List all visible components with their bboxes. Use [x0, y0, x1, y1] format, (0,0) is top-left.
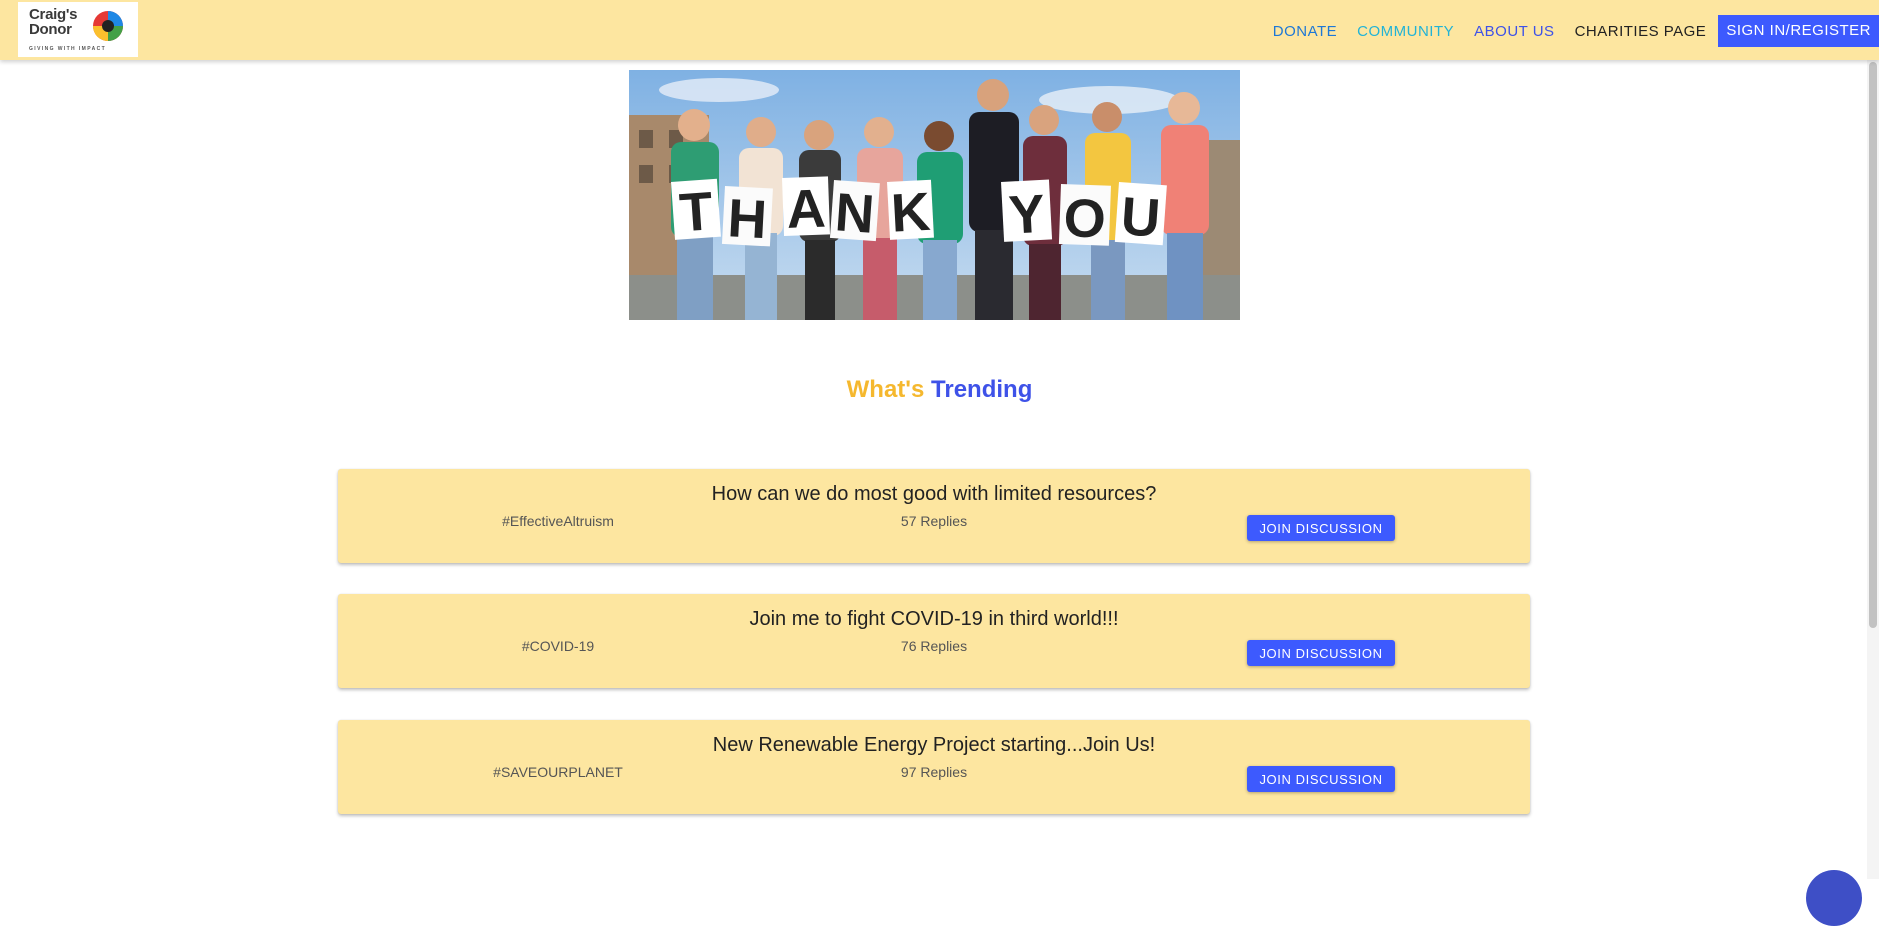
thank-you-hero-image: T H A N K Y O U — [629, 70, 1240, 320]
sign-letter-n: N — [833, 182, 876, 245]
join-discussion-button[interactable]: JOIN DISCUSSION — [1247, 640, 1395, 666]
logo-tagline: GIVING WITH IMPACT — [29, 46, 107, 52]
sign-in-register-button[interactable]: SIGN IN/REGISTER — [1718, 15, 1879, 47]
nav-menu: DONATE COMMUNITY ABOUT US CHARITIES PAGE… — [1263, 15, 1879, 47]
nav-community-link[interactable]: COMMUNITY — [1347, 23, 1464, 40]
discussion-card: How can we do most good with limited res… — [338, 469, 1530, 563]
sign-letter-o: O — [1063, 188, 1107, 249]
discussion-card: Join me to fight COVID-19 in third world… — [338, 594, 1530, 688]
page-scrollbar-thumb[interactable] — [1869, 62, 1877, 628]
discussion-replies-count: 57 Replies — [900, 513, 968, 529]
discussion-hashtag[interactable]: #EffectiveAltruism — [448, 513, 668, 529]
nav-donate-link[interactable]: DONATE — [1263, 23, 1347, 40]
sign-letter-y: Y — [1007, 184, 1046, 246]
trending-heading: What's Trending — [0, 376, 1879, 404]
discussion-title[interactable]: How can we do most good with limited res… — [338, 483, 1530, 506]
hero-photo: T H A N K Y O U — [629, 70, 1240, 320]
sign-letter-k: K — [890, 182, 932, 244]
nav-about-link[interactable]: ABOUT US — [1464, 23, 1564, 40]
sign-letter-h: H — [726, 188, 768, 250]
sign-letter-u: U — [1119, 186, 1162, 249]
logo-circle-icon — [93, 11, 123, 41]
join-discussion-button[interactable]: JOIN DISCUSSION — [1247, 766, 1395, 792]
sign-letter-t: T — [678, 181, 715, 243]
logo-wordmark: Craig's Donor — [29, 6, 78, 38]
discussion-replies-count: 97 Replies — [900, 764, 968, 780]
discussion-replies-count: 76 Replies — [900, 638, 968, 654]
craigs-donor-logo[interactable]: Craig's Donor GIVING WITH IMPACT — [18, 2, 138, 57]
nav-charities-link[interactable]: CHARITIES PAGE — [1565, 23, 1717, 40]
floating-action-button[interactable] — [1806, 870, 1862, 926]
trending-heading-trending: Trending — [931, 376, 1033, 403]
trending-heading-whats: What's — [846, 376, 925, 403]
join-discussion-button[interactable]: JOIN DISCUSSION — [1247, 515, 1395, 541]
discussion-card: New Renewable Energy Project starting...… — [338, 720, 1530, 814]
sign-letter-a: A — [786, 179, 827, 240]
discussion-hashtag[interactable]: #SAVEOURPLANET — [448, 764, 668, 780]
top-navbar: Craig's Donor GIVING WITH IMPACT DONATE … — [0, 0, 1879, 60]
discussion-title[interactable]: Join me to fight COVID-19 in third world… — [338, 608, 1530, 631]
discussion-hashtag[interactable]: #COVID-19 — [448, 638, 668, 654]
discussion-title[interactable]: New Renewable Energy Project starting...… — [338, 734, 1530, 757]
